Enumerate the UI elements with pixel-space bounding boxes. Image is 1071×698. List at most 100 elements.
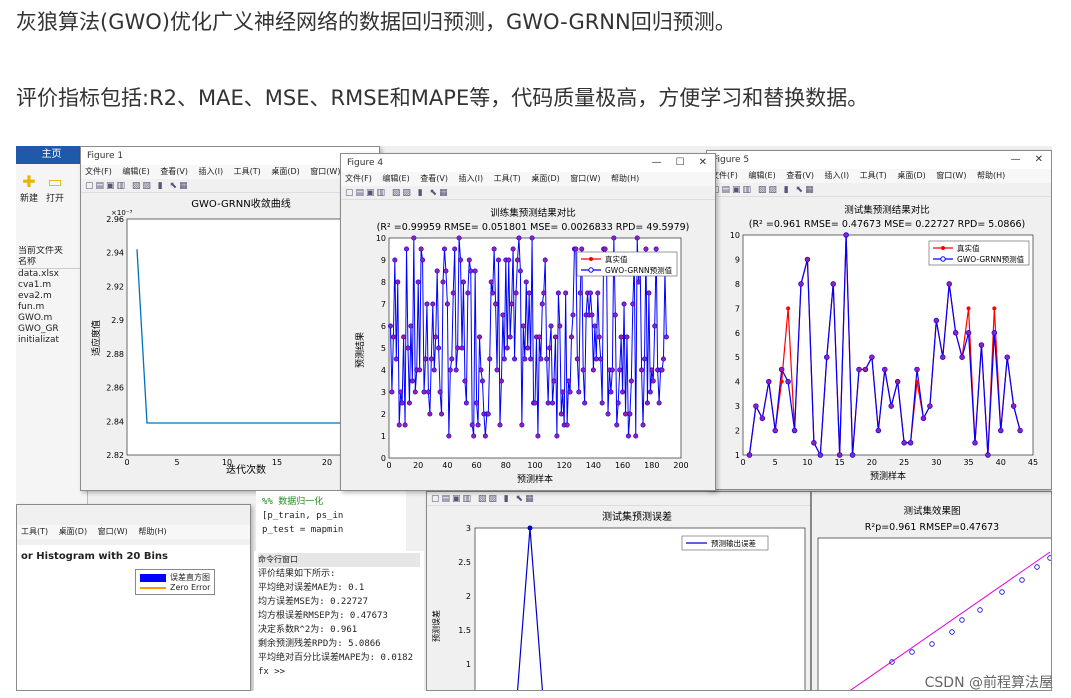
train-data-point <box>395 279 401 285</box>
menu-edit[interactable]: 编辑(E) <box>382 174 409 183</box>
file-item[interactable]: data.xlsx <box>18 269 86 280</box>
menu-tools[interactable]: 工具(T) <box>21 527 48 536</box>
predicted-data-point <box>836 452 843 458</box>
new-icon[interactable]: ✚ <box>20 172 38 191</box>
file-item[interactable]: GWO.m <box>18 313 86 324</box>
menu-tools[interactable]: 工具(T) <box>494 174 521 183</box>
maximize-icon[interactable]: ☐ <box>676 154 685 172</box>
editor-panel[interactable]: %% 数据归一化 [p_train, ps_in p_test = mapmin <box>256 491 406 551</box>
train-data-point <box>406 400 412 406</box>
minimize-icon[interactable]: — <box>652 154 662 172</box>
menu-window[interactable]: 窗口(W) <box>310 167 340 176</box>
x-tick-label: 100 <box>527 461 542 470</box>
menu-help[interactable]: 帮助(H) <box>611 174 639 183</box>
file-item[interactable]: cva1.m <box>18 280 86 291</box>
menu-edit[interactable]: 编辑(E) <box>122 167 149 176</box>
train-data-point <box>491 246 497 252</box>
train-data-point <box>538 356 544 362</box>
menu-file[interactable]: 文件(F) <box>345 174 372 183</box>
predicted-data-point <box>927 403 933 409</box>
command-prompt[interactable]: fx >> <box>258 665 420 679</box>
menu-desktop[interactable]: 桌面(D) <box>897 171 925 180</box>
menu-insert[interactable]: 插入(I) <box>199 167 224 176</box>
x-tick-label: 40 <box>996 458 1006 467</box>
train-data-point <box>474 400 480 406</box>
menu-insert[interactable]: 插入(I) <box>825 171 850 180</box>
train-data-point <box>627 411 633 417</box>
minimize-icon[interactable]: — <box>1011 151 1021 169</box>
figure-4-window: Figure 4 — ☐ ✕ 文件(F) 编辑(E) 查看(V) 插入(I) 工具(T… <box>340 153 716 491</box>
menu-view[interactable]: 查看(V) <box>420 174 448 183</box>
train-data-point <box>554 433 560 439</box>
y-tick-label: 2.86 <box>106 384 124 393</box>
predicted-data-point <box>907 440 914 446</box>
menu-help[interactable]: 帮助(H) <box>977 171 1005 180</box>
figure-error-window: ▢▤▣▥ ▧▨ ▮ ⬉▦ 测试集预测误差 32.521.510.5 预测输出误差… <box>426 491 811 691</box>
menu-insert[interactable]: 插入(I) <box>459 174 484 183</box>
train-data-point <box>510 246 516 252</box>
train-data-point <box>443 268 449 274</box>
train-data-point <box>589 312 595 318</box>
open-label[interactable]: 打开 <box>46 191 64 204</box>
menu-window[interactable]: 窗口(W) <box>936 171 966 180</box>
train-data-point <box>466 257 472 263</box>
figure-histogram-window: 工具(T) 桌面(D) 窗口(W) 帮助(H) or Histogram wit… <box>16 504 251 691</box>
train-data-point <box>421 389 427 395</box>
predicted-data-point <box>785 378 791 385</box>
file-item[interactable]: GWO_GR <box>18 324 86 335</box>
csdn-watermark: CSDN @前程算法屋 <box>924 675 1053 691</box>
new-label[interactable]: 新建 <box>20 191 38 204</box>
menu-edit[interactable]: 编辑(E) <box>748 171 775 180</box>
train-data-point <box>656 400 662 406</box>
menu-window[interactable]: 窗口(W) <box>98 527 128 536</box>
command-output-line: 平均绝对百分比误差MAPE为: 0.0182 <box>258 653 414 663</box>
file-item[interactable]: eva2.m <box>18 291 86 302</box>
menu-tools[interactable]: 工具(T) <box>860 171 887 180</box>
figure-1-toolbar[interactable]: ▢▤▣▥ ▧▨ ▮ ⬉▦ <box>81 179 379 193</box>
y-tick-label: 8 <box>381 278 386 287</box>
train-data-point <box>564 422 570 428</box>
y-tick-label: 2.84 <box>106 417 124 426</box>
menu-desktop[interactable]: 桌面(D) <box>59 527 87 536</box>
command-window[interactable]: 命令行窗口 评价结果如下所示: 平均绝对误差MAE为: 0.1 均方误差MSE为… <box>254 551 424 691</box>
x-axis-label: 迭代次数 <box>226 463 266 476</box>
close-icon[interactable]: ✕ <box>1035 151 1043 169</box>
menu-tools[interactable]: 工具(T) <box>234 167 261 176</box>
matlab-main-window: 主页 ✚ 新建 ▭ 打开 当前文件夹 名称 data.xlsx cva1.m e… <box>16 146 88 506</box>
file-item[interactable]: fun.m <box>18 302 86 313</box>
legend-item: 预测输出误差 <box>711 538 756 548</box>
open-folder-icon[interactable]: ▭ <box>46 172 64 191</box>
menu-desktop[interactable]: 桌面(D) <box>271 167 299 176</box>
menu-help[interactable]: 帮助(H) <box>138 527 166 536</box>
menu-desktop[interactable]: 桌面(D) <box>531 174 559 183</box>
train-data-point <box>430 301 436 307</box>
close-icon[interactable]: ✕ <box>699 154 707 172</box>
menu-file[interactable]: 文件(F) <box>85 167 112 176</box>
figure-4-toolbar[interactable]: ▢▤▣▥ ▧▨ ▮ ⬉▦ <box>341 186 715 200</box>
predicted-data-point <box>830 281 836 287</box>
menu-view[interactable]: 查看(V) <box>160 167 188 176</box>
train-data-point <box>599 400 605 406</box>
ribbon-tab-home[interactable]: 主页 <box>16 146 87 164</box>
file-item[interactable]: initializat <box>18 335 86 346</box>
menu-view[interactable]: 查看(V) <box>786 171 814 180</box>
figure-5-toolbar[interactable]: ▢▤▣▥ ▧▨ ▮ ⬉▦ <box>707 183 1051 197</box>
menu-window[interactable]: 窗口(W) <box>570 174 600 183</box>
figure-error-toolbar[interactable]: ▢▤▣▥ ▧▨ ▮ ⬉▦ <box>427 492 810 506</box>
train-data-point <box>577 290 583 296</box>
y-tick-label: 1 <box>466 660 471 669</box>
command-output-line: 评价结果如下所示: <box>258 569 336 579</box>
train-data-point <box>449 356 455 362</box>
train-data-point <box>563 290 569 296</box>
article-heading-1: 灰狼算法(GWO)优化广义神经网络的数据回归预测，GWO-GRNN回归预测。 <box>16 10 736 34</box>
predicted-data-point <box>849 452 856 458</box>
predicted-data-point <box>824 354 830 360</box>
predicted-data-point <box>920 415 927 422</box>
name-column-header[interactable]: 名称 <box>18 257 86 269</box>
legend-item: 误差直方图 <box>170 573 210 582</box>
train-data-point <box>633 433 639 439</box>
train-data-point <box>387 323 393 329</box>
train-data-point <box>396 422 402 428</box>
article-heading-2: 评价指标包括:R2、MAE、MSE、RMSE和MAPE等，代码质量极高，方便学习… <box>16 86 869 110</box>
train-data-point <box>408 323 414 329</box>
